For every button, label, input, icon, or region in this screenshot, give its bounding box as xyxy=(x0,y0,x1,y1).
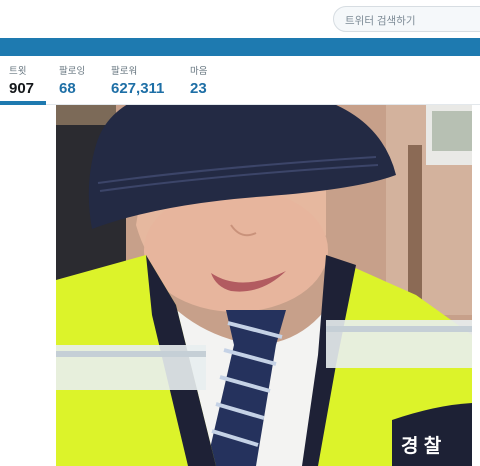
stat-following-label: 팔로잉 xyxy=(59,66,86,77)
profile-banner xyxy=(0,38,480,56)
stat-followers-label: 팔로워 xyxy=(111,66,138,77)
stat-tweets-value: 907 xyxy=(9,80,35,97)
stat-following[interactable]: 팔로잉 68 xyxy=(59,66,85,98)
search-placeholder: 트위터 검색하기 xyxy=(345,15,416,27)
stat-following-value: 68 xyxy=(59,80,76,97)
top-bar: 트위터 검색하기 xyxy=(0,0,480,38)
stat-followers-value: 627,311 xyxy=(111,80,165,97)
tweet-media: 경 찰 xyxy=(0,105,480,466)
stat-likes-value: 23 xyxy=(190,80,207,97)
stat-likes[interactable]: 마음 23 xyxy=(190,66,207,98)
photo-illustration: 경 찰 xyxy=(56,105,472,466)
search-input[interactable]: 트위터 검색하기 xyxy=(333,6,480,32)
photo-badge-text: 경 찰 xyxy=(401,435,442,457)
stat-likes-label: 마음 xyxy=(190,66,208,77)
stat-tweets[interactable]: 트윗 907 xyxy=(9,66,34,98)
profile-stats-nav: 트윗 907 팔로잉 68 팔로워 627,311 마음 23 xyxy=(0,56,480,105)
stat-tweets-label: 트윗 xyxy=(9,66,27,77)
stat-followers[interactable]: 팔로워 627,311 xyxy=(111,66,164,98)
tweet-photo[interactable]: 경 찰 xyxy=(56,105,472,466)
